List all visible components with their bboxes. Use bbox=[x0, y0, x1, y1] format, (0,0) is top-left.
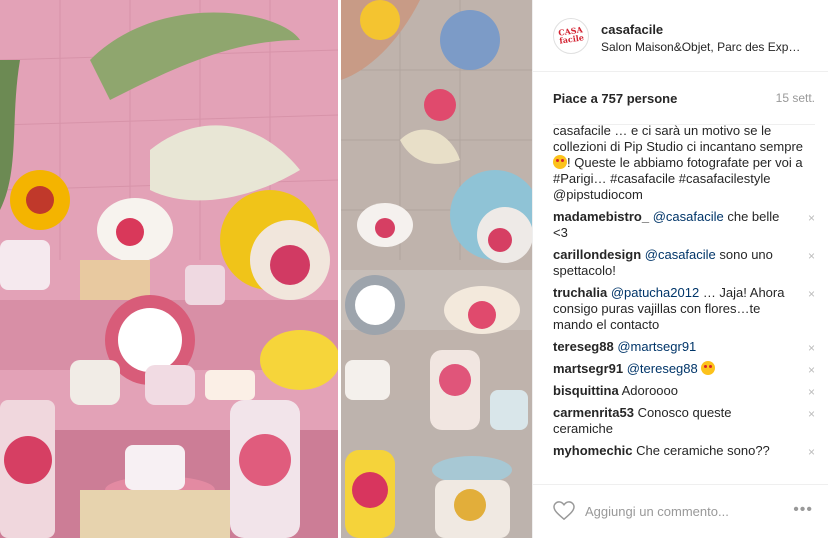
comment-mention[interactable]: @casafacile bbox=[645, 247, 716, 262]
caption-text-2: ! Queste le abbiamo fotografate per voi … bbox=[567, 155, 803, 170]
close-icon[interactable]: × bbox=[808, 248, 815, 264]
avatar[interactable]: CASA facile bbox=[553, 18, 589, 54]
hashtag-parigi-link[interactable]: #Parigi bbox=[553, 171, 593, 186]
comment-item: madamebistro_ @casafacile che belle <3 × bbox=[553, 209, 815, 241]
close-icon[interactable]: × bbox=[808, 340, 815, 356]
comment-username[interactable]: tereseg88 bbox=[553, 339, 614, 354]
comment-item: myhomechic Che ceramiche sono?? × bbox=[553, 443, 815, 459]
post-header: CASA facile casafacile Salon Maison&Obje… bbox=[533, 0, 828, 72]
comment-item: truchalia @patucha2012 … Jaja! Ahora con… bbox=[553, 285, 815, 333]
instagram-post: CASA facile casafacile Salon Maison&Obje… bbox=[0, 0, 828, 538]
comment-username[interactable]: carillondesign bbox=[553, 247, 641, 262]
comment-item: carmenrita53 Conosco queste ceramiche × bbox=[553, 405, 815, 437]
mention-pipstudiocom-link[interactable]: @pipstudiocom bbox=[553, 187, 643, 202]
post-photo[interactable] bbox=[0, 0, 532, 538]
likes-count[interactable]: Piace a 757 persone bbox=[553, 91, 677, 106]
close-icon[interactable]: × bbox=[808, 444, 815, 460]
comment-mention[interactable]: @martsegr91 bbox=[617, 339, 696, 354]
likes-row: Piace a 757 persone 15 sett. bbox=[553, 88, 815, 125]
close-icon[interactable]: × bbox=[808, 286, 815, 302]
comment-mention[interactable]: @casafacile bbox=[653, 209, 724, 224]
comment-username[interactable]: carmenrita53 bbox=[553, 405, 634, 420]
heart-eyes-emoji-icon bbox=[553, 155, 567, 169]
post-footer: ••• bbox=[533, 484, 828, 538]
username-link[interactable]: casafacile bbox=[601, 22, 663, 37]
comment-item: tereseg88 @martsegr91 × bbox=[553, 339, 815, 355]
comment-text: Adoroooo bbox=[618, 383, 678, 398]
add-comment-input[interactable] bbox=[585, 499, 775, 523]
comment-mention[interactable]: @tereseg88 bbox=[627, 361, 698, 376]
comment-username[interactable]: bisquittina bbox=[553, 383, 619, 398]
close-icon[interactable]: × bbox=[808, 362, 815, 378]
close-icon[interactable]: × bbox=[808, 384, 815, 400]
avatar-logo-text: CASA facile bbox=[557, 24, 585, 46]
comment-username[interactable]: martsegr91 bbox=[553, 361, 623, 376]
location-link[interactable]: Salon Maison&Objet, Parc des Exp… bbox=[601, 40, 819, 54]
hashtags-link[interactable]: #casafacile #casafacilestyle bbox=[610, 171, 770, 186]
comment-text: Che ceramiche sono?? bbox=[632, 443, 770, 458]
comment-item: martsegr91 @tereseg88 × bbox=[553, 361, 815, 377]
post-timestamp[interactable]: 15 sett. bbox=[776, 91, 815, 105]
heart-outline-icon[interactable] bbox=[553, 501, 575, 521]
comment-username[interactable]: myhomechic bbox=[553, 443, 632, 458]
close-icon[interactable]: × bbox=[808, 210, 815, 226]
comment-mention[interactable]: @patucha2012 bbox=[611, 285, 699, 300]
post-side-panel: CASA facile casafacile Salon Maison&Obje… bbox=[532, 0, 828, 538]
caption-text-3: … bbox=[593, 171, 611, 186]
comment-username[interactable]: madamebistro_ bbox=[553, 209, 649, 224]
close-icon[interactable]: × bbox=[808, 406, 815, 422]
comment-item: carillondesign @casafacile sono uno spet… bbox=[553, 247, 815, 279]
caption-username[interactable]: casafacile bbox=[553, 123, 611, 138]
comments-list[interactable]: casafacile … e ci sarà un motivo se le c… bbox=[553, 123, 815, 483]
more-options-icon[interactable]: ••• bbox=[793, 501, 813, 519]
heart-eyes-emoji-icon bbox=[701, 361, 716, 375]
post-photo-illustration bbox=[0, 0, 532, 538]
comment-username[interactable]: truchalia bbox=[553, 285, 607, 300]
comment-item: bisquittina Adoroooo × bbox=[553, 383, 815, 399]
post-caption: casafacile … e ci sarà un motivo se le c… bbox=[553, 123, 815, 203]
